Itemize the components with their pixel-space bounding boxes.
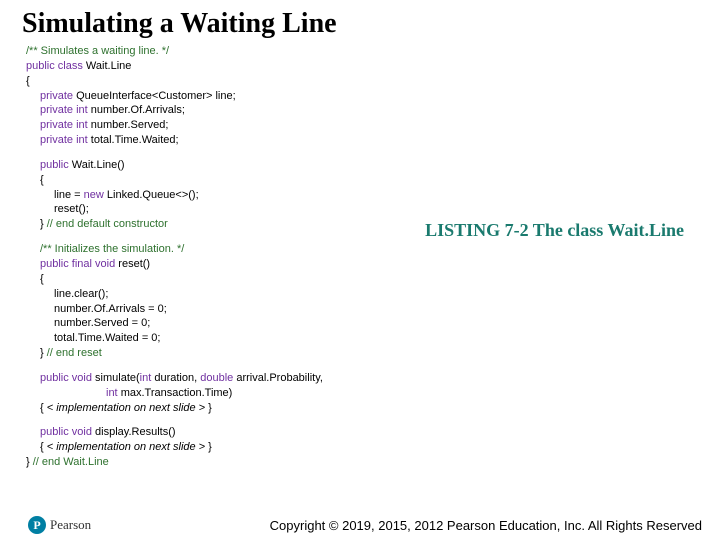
- code-text: number.Of.Arrivals;: [91, 104, 185, 116]
- code-kw: int: [76, 119, 91, 131]
- logo-text: Pearson: [50, 517, 91, 533]
- code-kw: public: [40, 426, 72, 438]
- code-text: number.Served;: [91, 119, 169, 131]
- code-line: {: [26, 74, 720, 89]
- code-text: total.Time.Waited;: [91, 134, 179, 146]
- logo-icon: P: [28, 516, 46, 534]
- code-placeholder: < implementation on next slide >: [47, 402, 205, 414]
- code-text: }: [26, 456, 33, 468]
- code-text: }: [40, 347, 47, 359]
- code-line: line.clear();: [26, 287, 720, 302]
- code-listing: /** Simulates a waiting line. */ public …: [0, 44, 720, 470]
- code-comment: // end default constructor: [47, 218, 168, 230]
- code-text: }: [205, 402, 212, 414]
- code-kw: private: [40, 90, 76, 102]
- code-kw: int: [106, 387, 121, 399]
- code-kw: public: [40, 258, 72, 270]
- code-text: }: [205, 441, 212, 453]
- footer: P Pearson Copyright © 2019, 2015, 2012 P…: [0, 516, 720, 534]
- code-kw: int: [140, 372, 155, 384]
- code-kw: public: [40, 372, 72, 384]
- code-kw: public: [40, 159, 72, 171]
- code-text: line =: [54, 189, 84, 201]
- code-line: {: [26, 173, 720, 188]
- code-kw: int: [76, 134, 91, 146]
- code-text: Wait.Line: [86, 60, 131, 72]
- code-text: }: [40, 218, 47, 230]
- code-placeholder: < implementation on next slide >: [47, 441, 205, 453]
- code-line: number.Served = 0;: [26, 316, 720, 331]
- code-kw: class: [58, 60, 86, 72]
- code-kw: private: [40, 119, 76, 131]
- code-text: duration,: [154, 372, 200, 384]
- code-line: number.Of.Arrivals = 0;: [26, 302, 720, 317]
- code-kw: private: [40, 104, 76, 116]
- code-kw: int: [76, 104, 91, 116]
- pearson-logo: P Pearson: [28, 516, 91, 534]
- code-kw: void: [72, 426, 95, 438]
- code-text: reset(): [118, 258, 150, 270]
- code-text: {: [40, 441, 47, 453]
- code-text: Wait.Line(): [72, 159, 125, 171]
- code-kw: private: [40, 134, 76, 146]
- code-line: /** Simulates a waiting line. */: [26, 45, 169, 57]
- code-text: {: [40, 402, 47, 414]
- code-kw: void: [72, 372, 95, 384]
- code-comment: // end Wait.Line: [33, 456, 109, 468]
- code-text: simulate(: [95, 372, 140, 384]
- listing-caption: LISTING 7-2 The class Wait.Line: [425, 220, 684, 241]
- code-text: max.Transaction.Time): [121, 387, 233, 399]
- code-kw: void: [95, 258, 118, 270]
- code-comment: /** Initializes the simulation. */: [40, 243, 184, 255]
- code-kw: final: [72, 258, 95, 270]
- code-text: QueueInterface<Customer> line;: [76, 90, 236, 102]
- slide-title: Simulating a Waiting Line: [0, 0, 720, 44]
- copyright-text: Copyright © 2019, 2015, 2012 Pearson Edu…: [91, 518, 710, 533]
- code-text: display.Results(): [95, 426, 176, 438]
- code-comment: // end reset: [47, 347, 102, 359]
- code-text: Linked.Queue<>();: [107, 189, 199, 201]
- code-text: arrival.Probability,: [236, 372, 323, 384]
- code-line: reset();: [26, 202, 720, 217]
- code-line: total.Time.Waited = 0;: [26, 331, 720, 346]
- code-line: {: [26, 272, 720, 287]
- code-kw: double: [200, 372, 236, 384]
- code-kw: public: [26, 60, 58, 72]
- code-kw: new: [84, 189, 107, 201]
